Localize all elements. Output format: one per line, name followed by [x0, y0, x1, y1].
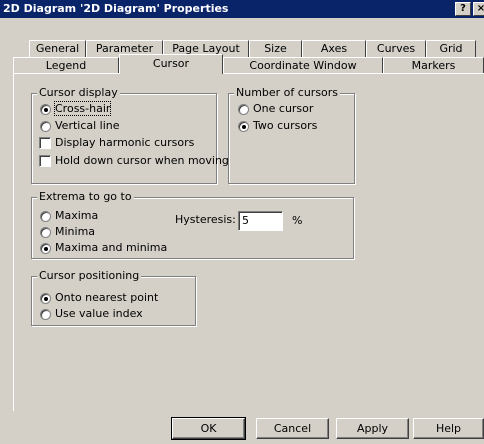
apply-button[interactable]: Apply	[336, 418, 409, 439]
vertical-line-radio[interactable]	[40, 121, 51, 132]
hysteresis-unit: %	[292, 214, 303, 227]
close-icon[interactable]: ×	[473, 2, 484, 16]
help-icon[interactable]: ?	[455, 2, 471, 16]
hysteresis-input[interactable]: 5	[238, 211, 283, 231]
title-bar: 2D Diagram '2D Diagram' Properties ? ×	[0, 0, 484, 18]
cursor-display-title: Cursor display	[37, 86, 120, 99]
cross-hair-label[interactable]: Cross-hair	[53, 101, 112, 116]
help-button[interactable]: Help	[413, 418, 484, 439]
maxima-and-minima-radio[interactable]	[40, 243, 51, 254]
window-title: 2D Diagram '2D Diagram' Properties	[3, 2, 229, 15]
maxima-radio[interactable]	[40, 211, 51, 222]
maxima-label[interactable]: Maxima	[55, 209, 98, 222]
one-cursor-radio[interactable]	[238, 104, 249, 115]
tab-coordinate-window[interactable]: Coordinate Window	[223, 57, 383, 73]
extrema-title: Extrema to go to	[37, 190, 134, 203]
hysteresis-label: Hysteresis:	[175, 213, 236, 226]
tab-size[interactable]: Size	[249, 40, 302, 57]
use-value-index-label[interactable]: Use value index	[55, 307, 143, 320]
onto-nearest-point-radio[interactable]	[40, 293, 51, 304]
number-of-cursors-title: Number of cursors	[234, 86, 341, 99]
use-value-index-radio[interactable]	[40, 309, 51, 320]
two-cursors-label[interactable]: Two cursors	[253, 119, 317, 132]
two-cursors-radio[interactable]	[238, 121, 249, 132]
vertical-line-label[interactable]: Vertical line	[55, 119, 120, 132]
cross-hair-radio[interactable]	[40, 104, 51, 115]
tab-legend[interactable]: Legend	[13, 57, 119, 73]
tab-axes[interactable]: Axes	[302, 40, 366, 57]
hold-down-cursor-checkbox[interactable]	[39, 155, 51, 167]
tab-grid[interactable]: Grid	[426, 40, 476, 57]
harmonic-cursors-checkbox[interactable]	[39, 137, 51, 149]
minima-radio[interactable]	[40, 227, 51, 238]
tab-markers[interactable]: Markers	[383, 57, 484, 73]
tab-general[interactable]: General	[29, 40, 86, 57]
cancel-button[interactable]: Cancel	[256, 418, 329, 439]
tab-curves[interactable]: Curves	[366, 40, 426, 57]
maxima-and-minima-label[interactable]: Maxima and minima	[55, 241, 167, 254]
cursor-positioning-title: Cursor positioning	[37, 269, 142, 282]
ok-button[interactable]: OK	[171, 417, 246, 440]
onto-nearest-point-label[interactable]: Onto nearest point	[55, 291, 158, 304]
hold-down-cursor-label[interactable]: Hold down cursor when moving	[55, 154, 229, 167]
one-cursor-label[interactable]: One cursor	[253, 102, 313, 115]
tab-cursor[interactable]: Cursor	[119, 54, 223, 74]
harmonic-cursors-label[interactable]: Display harmonic cursors	[55, 136, 194, 149]
minima-label[interactable]: Minima	[55, 225, 95, 238]
